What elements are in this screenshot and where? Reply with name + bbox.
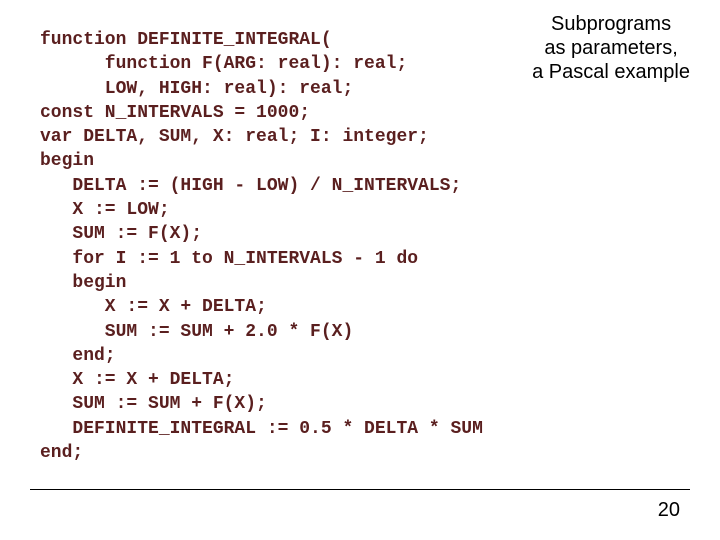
code-line: function DEFINITE_INTEGRAL( xyxy=(40,30,332,50)
slide: Subprograms as parameters, a Pascal exam… xyxy=(0,0,720,540)
code-line: begin xyxy=(40,151,94,171)
title-line-2: as parameters, xyxy=(532,36,690,60)
code-line: SUM := F(X); xyxy=(40,224,202,244)
code-block: function DEFINITE_INTEGRAL( function F(A… xyxy=(40,28,483,465)
code-line: X := LOW; xyxy=(40,200,170,220)
page-number: 20 xyxy=(658,499,680,522)
code-line: for I := 1 to N_INTERVALS - 1 do xyxy=(40,249,418,269)
code-line: function F(ARG: real): real; xyxy=(40,54,407,74)
code-line: X := X + DELTA; xyxy=(40,297,267,317)
code-line: DEFINITE_INTEGRAL := 0.5 * DELTA * SUM xyxy=(40,419,483,439)
code-line: X := X + DELTA; xyxy=(40,370,234,390)
code-line: end; xyxy=(40,443,83,463)
code-line: const N_INTERVALS = 1000; xyxy=(40,103,310,123)
code-line: end; xyxy=(40,346,116,366)
title-line-1: Subprograms xyxy=(532,12,690,36)
code-line: LOW, HIGH: real): real; xyxy=(40,79,353,99)
code-line: begin xyxy=(40,273,126,293)
code-line: var DELTA, SUM, X: real; I: integer; xyxy=(40,127,429,147)
divider xyxy=(30,489,690,490)
slide-title: Subprograms as parameters, a Pascal exam… xyxy=(532,12,690,84)
code-line: SUM := SUM + 2.0 * F(X) xyxy=(40,322,353,342)
code-line: DELTA := (HIGH - LOW) / N_INTERVALS; xyxy=(40,176,461,196)
title-line-3: a Pascal example xyxy=(532,60,690,84)
code-line: SUM := SUM + F(X); xyxy=(40,394,267,414)
